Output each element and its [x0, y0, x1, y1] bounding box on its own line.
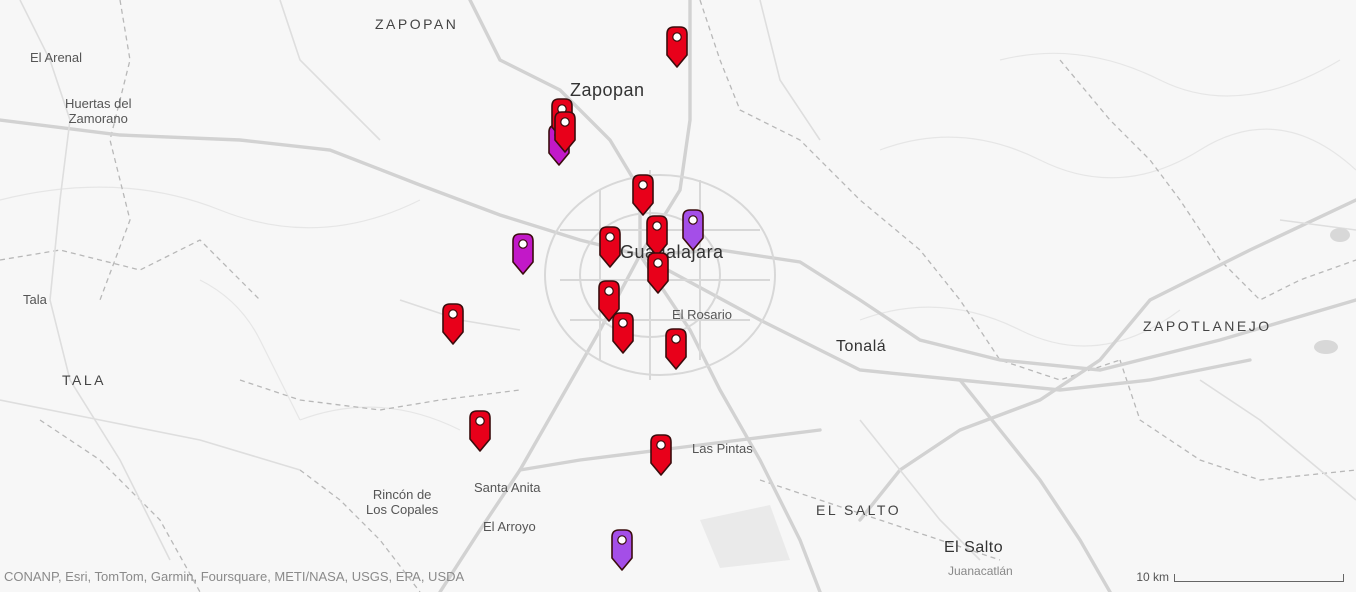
map-view[interactable]: ZAPOPAN El Arenal Huertas del Zamorano Z… [0, 0, 1356, 592]
scale-label: 10 km [1136, 570, 1169, 584]
location-marker[interactable] [597, 225, 623, 269]
place-label: ZAPOPAN [375, 16, 459, 32]
location-marker[interactable] [610, 311, 636, 355]
location-marker[interactable] [663, 327, 689, 371]
map-attribution: CONANP, Esri, TomTom, Garmin, Foursquare… [4, 569, 465, 584]
place-label: Juanacatlán [948, 564, 1013, 578]
map-pin-icon [650, 434, 672, 476]
place-label: TALA [62, 372, 106, 388]
place-label: Las Pintas [692, 441, 753, 456]
location-marker[interactable] [552, 110, 578, 154]
map-pin-icon [512, 233, 534, 275]
map-pin-icon [665, 328, 687, 370]
place-label: ZAPOTLANEJO [1143, 318, 1272, 334]
place-label: El Arenal [30, 50, 83, 65]
scale-bar: 10 km [1136, 570, 1344, 584]
place-label: Tala [23, 292, 47, 307]
place-label: Guadalajara [620, 242, 724, 262]
place-label: Rincón de Los Copales [366, 487, 439, 517]
map-pin-icon [469, 410, 491, 452]
map-pin-icon [647, 252, 669, 294]
location-marker[interactable] [440, 302, 466, 346]
map-pin-icon [442, 303, 464, 345]
location-marker[interactable] [648, 433, 674, 477]
place-label: El Arroyo [483, 519, 536, 534]
map-pin-icon [612, 312, 634, 354]
location-marker[interactable] [664, 25, 690, 69]
place-label: El Rosario [672, 307, 732, 322]
map-pin-icon [554, 111, 576, 153]
location-marker[interactable] [680, 208, 706, 252]
place-label: Huertas del Zamorano [65, 96, 132, 126]
map-pin-icon [611, 529, 633, 571]
location-marker[interactable] [645, 251, 671, 295]
map-pin-icon [682, 209, 704, 251]
place-label: Santa Anita [474, 480, 541, 495]
location-marker[interactable] [609, 528, 635, 572]
scale-line [1174, 574, 1344, 582]
basemap [0, 0, 1356, 592]
map-pin-icon [599, 226, 621, 268]
place-label: Zapopan [570, 80, 645, 100]
location-marker[interactable] [630, 173, 656, 217]
location-marker[interactable] [467, 409, 493, 453]
place-label: Tonalá [836, 338, 887, 355]
map-pin-icon [632, 174, 654, 216]
location-marker[interactable] [510, 232, 536, 276]
place-label: EL SALTO [816, 502, 902, 518]
place-label: El Salto [944, 539, 1004, 556]
map-pin-icon [666, 26, 688, 68]
